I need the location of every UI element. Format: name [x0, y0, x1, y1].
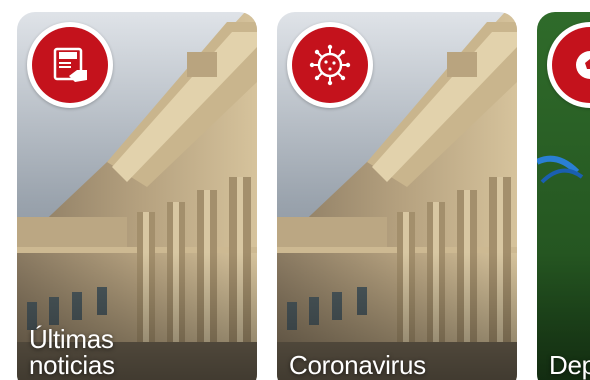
category-badge: [27, 22, 113, 108]
card-title-line1: Últimas: [29, 324, 114, 354]
category-badge: [287, 22, 373, 108]
news-tablet-icon: [32, 27, 108, 103]
card-title: Coronavirus: [289, 350, 426, 380]
virus-icon: [292, 27, 368, 103]
category-card-deportes[interactable]: Dep: [537, 12, 590, 380]
card-title: Últimas noticias: [29, 326, 247, 378]
category-card-ultimas-noticias[interactable]: Últimas noticias: [17, 12, 257, 380]
category-card-coronavirus[interactable]: Coronavirus: [277, 12, 517, 380]
soccer-ball-icon: [552, 27, 590, 103]
category-carousel: Últimas noticias Coronavirus Dep: [0, 0, 590, 380]
card-title: Dep: [549, 350, 590, 380]
card-title-line2: noticias: [29, 350, 115, 380]
